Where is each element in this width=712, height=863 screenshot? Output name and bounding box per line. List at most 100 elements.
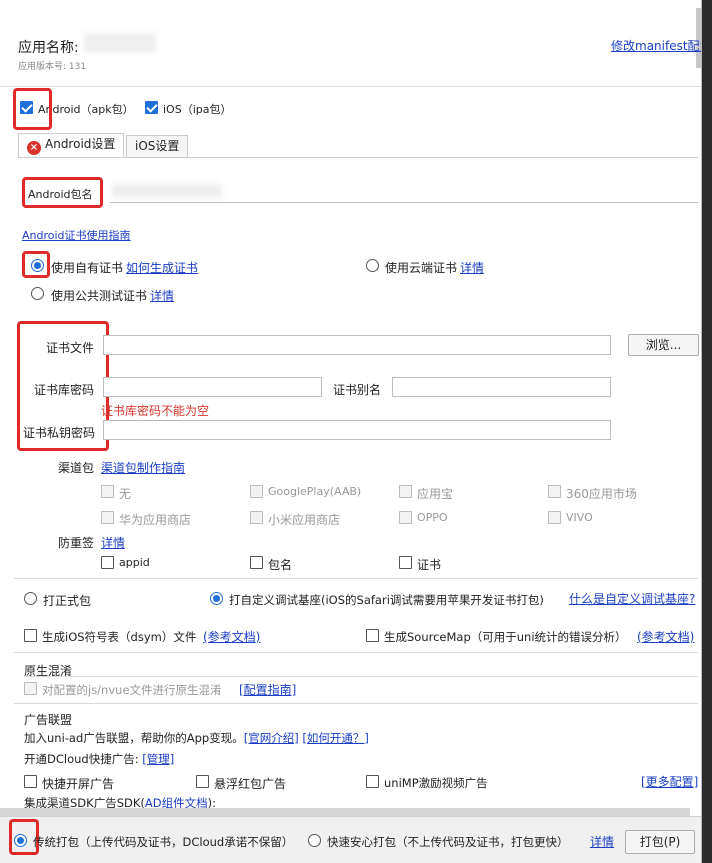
formal-build-label: 打正式包 [43, 594, 92, 608]
keystore-password-input[interactable] [103, 377, 322, 397]
background-editor-strip [702, 0, 712, 863]
tab-android-settings[interactable]: × Android设置 [18, 133, 125, 157]
tab-android-label: Android设置 [45, 137, 116, 151]
anti-checkbox-appid[interactable] [101, 556, 114, 569]
obfuscation-checkbox[interactable] [24, 682, 37, 695]
anti-label-package: 包名 [268, 558, 293, 572]
ios-checkbox[interactable] [145, 101, 158, 114]
ads-official-link[interactable]: [官网介绍] [244, 731, 299, 745]
public-detail-link[interactable]: 详情 [150, 287, 174, 304]
error-icon: × [27, 141, 41, 155]
channel-checkbox-oppo[interactable] [399, 511, 412, 524]
channel-label-xiaomi: 小米应用商店 [268, 513, 341, 527]
version-row: 应用版本号: 131 [18, 59, 86, 72]
ads-more-link[interactable]: [更多配置] [641, 773, 698, 790]
alias-input[interactable] [392, 377, 611, 397]
channel-checkbox-vivo[interactable] [548, 511, 561, 524]
ads-intro-row: 加入uni-ad广告联盟，帮助你的App变现。[官网介绍] [如何开通？] [24, 730, 369, 746]
ads-how-link[interactable]: [如何开通？] [302, 731, 368, 745]
android-label: Android（apk包） [38, 103, 134, 116]
keystore-password-label: 证书库密码 [34, 383, 95, 397]
cloud-cert-radio[interactable] [366, 259, 379, 272]
sourcemap-ref-link[interactable]: (参考文档) [637, 628, 694, 645]
channel-checkbox-360[interactable] [548, 485, 561, 498]
channel-label-none: 无 [119, 487, 132, 501]
tab-ios-label: iOS设置 [135, 139, 180, 153]
safe-pack-radio[interactable] [308, 834, 321, 847]
obfuscation-label: 对配置的js/nvue文件进行原生混淆 [42, 683, 222, 697]
alias-label: 证书别名 [333, 383, 382, 397]
sourcemap-label: 生成SourceMap（可用于uni统计的错误分析） [384, 630, 627, 644]
video-ad-label: uniMP激励视频广告 [384, 776, 488, 790]
channel-label-huawei: 华为应用商店 [119, 513, 192, 527]
divider [14, 703, 698, 704]
cert-file-input[interactable] [103, 335, 611, 355]
private-key-input[interactable] [103, 420, 611, 440]
channel-label: 渠道包 [58, 461, 95, 475]
custom-base-label: 打自定义调试基座(iOS的Safari调试需要用苹果开发证书打包) [229, 593, 544, 607]
channel-checkbox-yingyongbao[interactable] [399, 485, 412, 498]
channel-label-yingyongbao: 应用宝 [417, 487, 454, 501]
dsym-label: 生成iOS符号表（dsym）文件 [42, 630, 197, 644]
public-cert-label: 使用公共测试证书 [51, 289, 148, 303]
modify-manifest-link[interactable]: 修改manifest配置 [611, 37, 701, 54]
tab-ios-settings[interactable]: iOS设置 [126, 135, 189, 157]
dcloud-ads-label: 开通DCloud快捷广告: [24, 752, 139, 766]
channel-checkbox-googleplay[interactable] [250, 485, 263, 498]
channel-checkbox-xiaomi[interactable] [250, 511, 263, 524]
anti-label-appid: appid [119, 556, 150, 569]
ads-section-title: 广告联盟 [24, 713, 73, 727]
channel-label-360: 360应用市场 [566, 487, 637, 501]
package-name-value [112, 184, 222, 198]
traditional-pack-label: 传统打包（上传代码及证书，DCloud承诺不保留） [33, 835, 294, 849]
formal-build-radio[interactable] [24, 592, 37, 605]
channel-checkbox-none[interactable] [101, 485, 114, 498]
divider [0, 86, 701, 87]
pack-dialog: 应用名称: 应用版本号: 131 修改manifest配置 Android（ap… [0, 0, 702, 863]
divider [14, 578, 698, 579]
splash-ad-label: 快捷开屏广告 [42, 777, 115, 791]
private-key-label: 证书私钥密码 [23, 426, 96, 440]
public-cert-radio[interactable] [31, 287, 44, 300]
channel-label-googleplay: GooglePlay(AAB) [268, 485, 362, 498]
cert-file-label: 证书文件 [46, 341, 95, 355]
float-ad-checkbox[interactable] [196, 775, 209, 788]
ios-label: iOS（ipa包） [163, 103, 232, 116]
divider [24, 676, 698, 677]
own-cert-label: 使用自有证书 [51, 261, 124, 275]
keystore-error-text: 证书库密码不能为空 [101, 404, 210, 418]
splash-ad-checkbox[interactable] [24, 775, 37, 788]
custom-base-radio[interactable] [210, 592, 223, 605]
how-to-generate-link[interactable]: 如何生成证书 [126, 259, 198, 276]
cert-guide-link[interactable]: Android证书使用指南 [22, 227, 131, 243]
version-label: 应用版本号: [18, 62, 67, 72]
horizontal-scrollbar[interactable] [0, 808, 690, 816]
ads-manage-link[interactable]: [管理] [142, 752, 174, 766]
anti-checkbox-package[interactable] [250, 556, 263, 569]
safe-pack-label: 快速安心打包（不上传代码及证书，打包更快） [327, 835, 569, 849]
ads-intro-text: 加入uni-ad广告联盟，帮助你的App变现。 [24, 731, 244, 745]
browse-button[interactable]: 浏览... [628, 334, 699, 356]
custom-base-help-link[interactable]: 什么是自定义调试基座? [569, 590, 695, 607]
channel-label-oppo: OPPO [417, 511, 448, 524]
app-name-value [84, 33, 156, 53]
obfuscation-guide-link[interactable]: [配置指南] [239, 681, 296, 698]
float-ad-label: 悬浮红包广告 [214, 777, 287, 791]
dsym-ref-link[interactable]: (参考文档) [203, 628, 260, 645]
pack-button[interactable]: 打包(P) [625, 830, 695, 854]
video-ad-checkbox[interactable] [366, 775, 379, 788]
anti-detail-link[interactable]: 详情 [101, 534, 125, 551]
dsym-checkbox[interactable] [24, 629, 37, 642]
anti-label-cert: 证书 [417, 558, 442, 572]
anti-checkbox-cert[interactable] [399, 556, 412, 569]
channel-guide-link[interactable]: 渠道包制作指南 [101, 459, 185, 476]
sourcemap-checkbox[interactable] [366, 629, 379, 642]
highlight-box [22, 177, 103, 208]
channel-checkbox-huawei[interactable] [101, 511, 114, 524]
cloud-cert-label: 使用云端证书 [385, 261, 458, 275]
tab-divider [18, 157, 698, 158]
safe-pack-detail-link[interactable]: 详情 [590, 833, 614, 850]
highlight-box [22, 251, 50, 278]
app-name-label: 应用名称: [18, 40, 79, 56]
cloud-detail-link[interactable]: 详情 [460, 259, 484, 276]
